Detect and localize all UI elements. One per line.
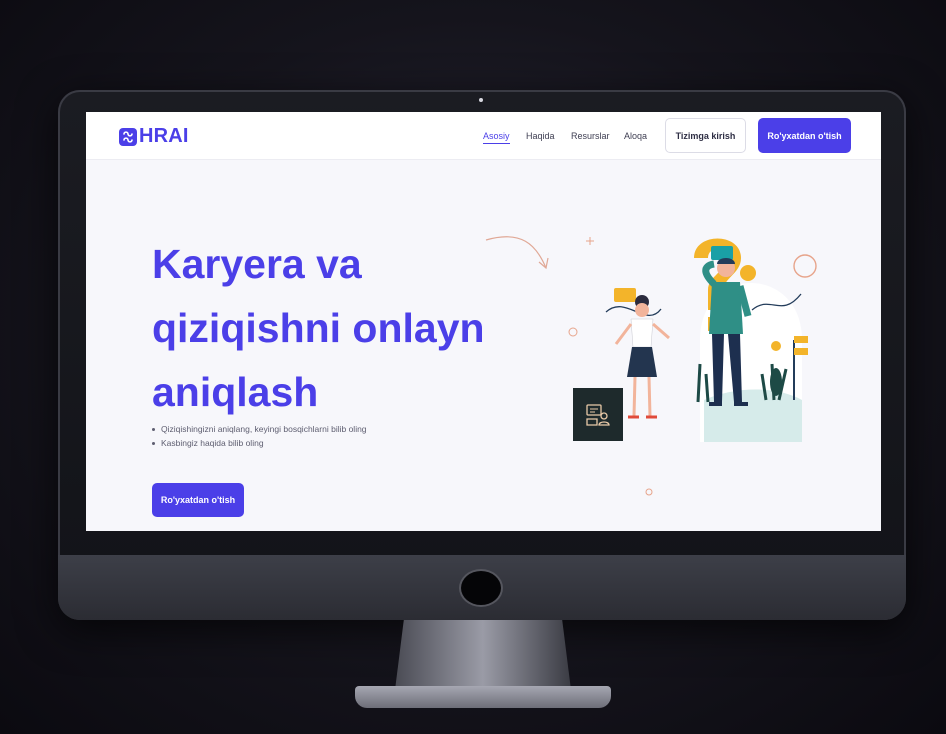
hero-title: Karyera va qiziqishni onlayn aniqlash bbox=[152, 241, 485, 415]
login-button[interactable]: Tizimga kirish bbox=[665, 118, 746, 153]
monitor-stand-base bbox=[355, 686, 611, 708]
monitor-logo-hole bbox=[461, 571, 501, 605]
website-screen: HRAI Asosiy Haqida Resurslar Aloqa Tizim… bbox=[86, 112, 881, 531]
logo[interactable]: HRAI bbox=[119, 125, 189, 148]
nav-link-haqida[interactable]: Haqida bbox=[526, 131, 555, 141]
hero-illustration bbox=[485, 236, 817, 496]
nav-link-resurslar[interactable]: Resurslar bbox=[571, 131, 610, 141]
register-button[interactable]: Ro'yxatdan o'tish bbox=[758, 118, 851, 153]
monitor-chin bbox=[58, 555, 906, 620]
nav-link-asosiy[interactable]: Asosiy bbox=[483, 131, 510, 144]
curved-arrow-icon bbox=[485, 236, 547, 269]
navbar: HRAI Asosiy Haqida Resurslar Aloqa Tizim… bbox=[86, 112, 881, 160]
camera-icon bbox=[479, 98, 483, 102]
logo-text: HRAI bbox=[139, 125, 189, 147]
chat-badge-icon[interactable] bbox=[573, 388, 623, 441]
monitor-stand-neck bbox=[395, 620, 571, 690]
hero-register-button[interactable]: Ro'yxatdan o'tish bbox=[152, 483, 244, 517]
hero-bullets: Qiziqishingizni aniqlang, keyingi bosqic… bbox=[152, 422, 367, 450]
hero-bullet: Kasbingiz haqida bilib oling bbox=[152, 436, 367, 450]
nav-link-aloqa[interactable]: Aloqa bbox=[624, 131, 647, 141]
hrai-logo-icon bbox=[119, 127, 137, 146]
hero-bullet: Qiziqishingizni aniqlang, keyingi bosqic… bbox=[152, 422, 367, 436]
